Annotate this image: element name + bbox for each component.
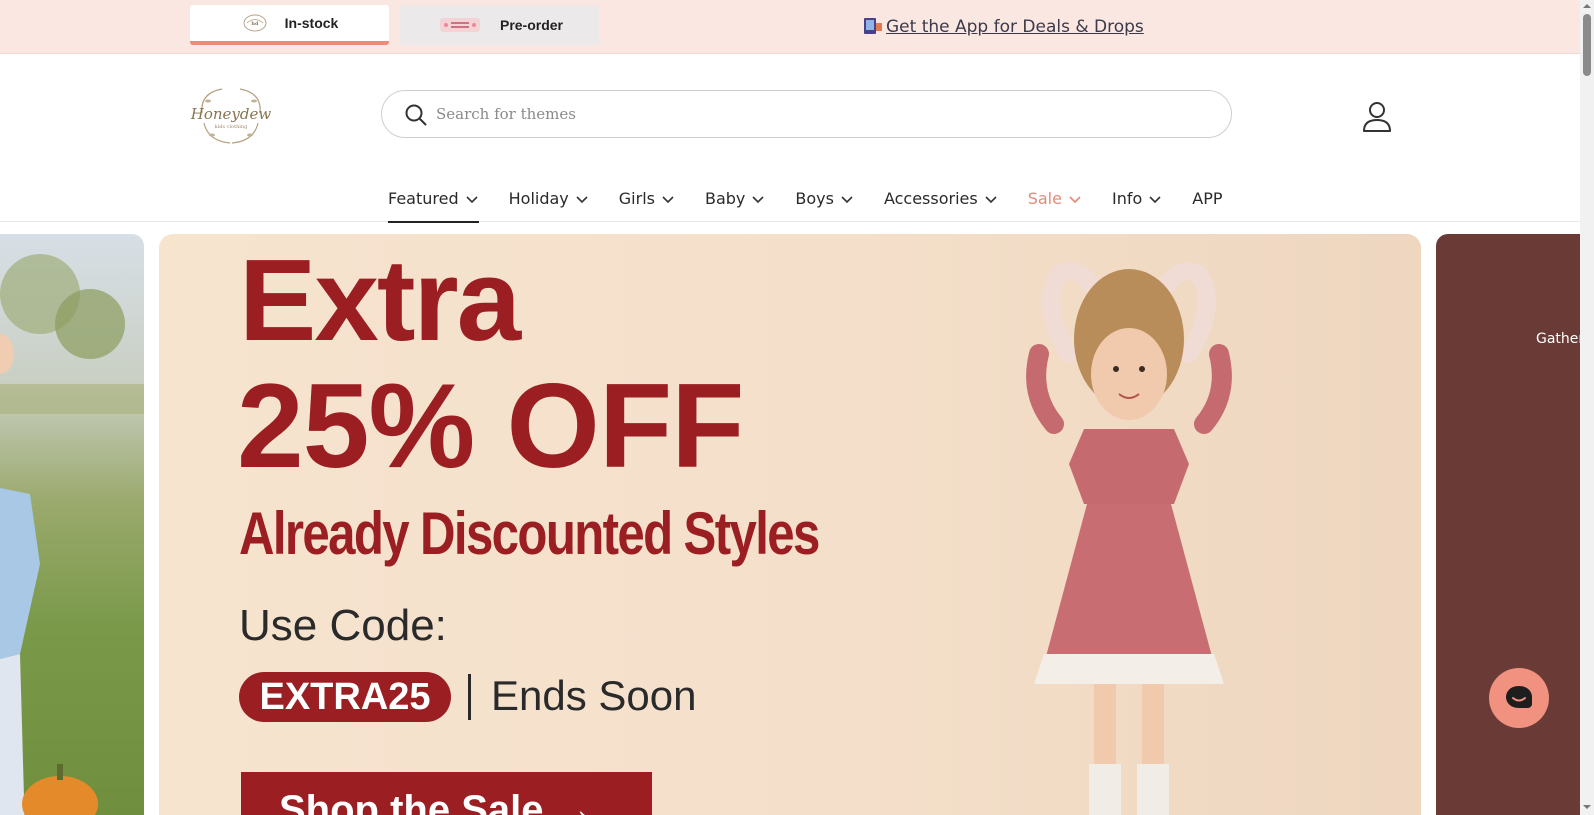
nav-baby-label: Baby [704,189,746,208]
magic-group-logo-icon [439,18,480,32]
top-bar: hd In-stock Pre-order Get the App for De… [0,0,1580,54]
nav-holiday-label: Holiday [508,189,569,208]
chevron-down-icon [1069,196,1081,204]
search-bar[interactable] [381,90,1232,138]
hero-divider [468,674,471,720]
nav-boys[interactable]: Boys [795,179,854,223]
scroll-up-icon[interactable] [1583,2,1591,10]
main-nav: Featured Holiday Girls Baby Boys Accesso… [388,179,1253,223]
nav-featured-label: Featured [388,189,459,208]
nav-holiday[interactable]: Holiday [509,179,589,223]
chevron-down-icon [576,196,588,204]
nav-featured[interactable]: Featured [388,179,479,223]
honeydew-logo-icon: hd [243,14,267,32]
app-promo-text: Get the App for Deals & Drops [886,17,1144,37]
chevron-down-icon [841,196,853,204]
girl-model-image [1026,262,1232,815]
nav-girls[interactable]: Girls [619,179,675,223]
hero-carousel: Extra 25% OFF Already Discounted Styles … [0,234,1580,815]
search-icon[interactable] [404,103,428,127]
hero-subheadline: Already Discounted Styles [239,500,820,567]
nav-info[interactable]: Info [1112,179,1162,223]
page-scrollbar[interactable] [1580,0,1594,815]
nav-accessories[interactable]: Accessories [884,179,998,223]
hero-discount: 25% OFF [237,359,744,493]
nav-sale-label: Sale [1027,189,1062,208]
carousel-slide-active[interactable]: Extra 25% OFF Already Discounted Styles … [159,234,1421,815]
tab-pre-order[interactable]: Pre-order [400,5,599,45]
nav-boys-label: Boys [795,189,834,208]
tab-in-stock[interactable]: hd In-stock [190,5,389,45]
logo-text: Honeydew [190,105,271,123]
nav-app[interactable]: APP [1192,179,1222,223]
chevron-down-icon [985,196,997,204]
hero-headline: Extra [239,235,521,365]
carousel-slide-next[interactable]: Gather [1436,234,1580,815]
nav-girls-label: Girls [618,189,655,208]
scrollbar-thumb[interactable] [1583,14,1591,76]
carousel-slide-prev[interactable] [0,234,144,815]
shop-sale-button[interactable]: Shop the Sale → [241,772,652,815]
nav-info-label: Info [1111,189,1143,208]
boy-photo-image [0,254,144,815]
chevron-down-icon [1149,196,1161,204]
nav-accessories-label: Accessories [883,189,978,208]
chevron-down-icon [752,196,764,204]
nav-app-label: APP [1192,189,1223,208]
tab-in-stock-label: In-stock [284,15,339,31]
next-slide-text: Gather [1536,331,1580,347]
hero-code-label: Use Code: [239,601,447,650]
account-icon[interactable] [1360,99,1394,133]
chat-button[interactable] [1489,668,1549,728]
chevron-down-icon [662,196,674,204]
phone-app-icon [864,18,882,34]
svg-text:kids clothing: kids clothing [215,124,248,130]
chevron-down-icon [466,196,478,204]
hero-ends-text: Ends Soon [491,672,697,719]
honeydew-logo[interactable]: Honeydew kids clothing [190,83,272,147]
svg-text:hd: hd [251,21,259,27]
chat-bubble-icon [1506,686,1532,708]
site-header: Honeydew kids clothing Featured Holiday … [0,55,1580,223]
promo-code-badge: EXTRA25 [239,672,451,722]
nav-sale[interactable]: Sale [1028,179,1082,223]
nav-baby[interactable]: Baby [705,179,765,223]
scroll-down-icon[interactable] [1583,803,1591,811]
tab-pre-order-label: Pre-order [499,17,564,33]
search-input[interactable] [436,99,1196,129]
app-promo-link[interactable]: Get the App for Deals & Drops [862,15,1144,37]
